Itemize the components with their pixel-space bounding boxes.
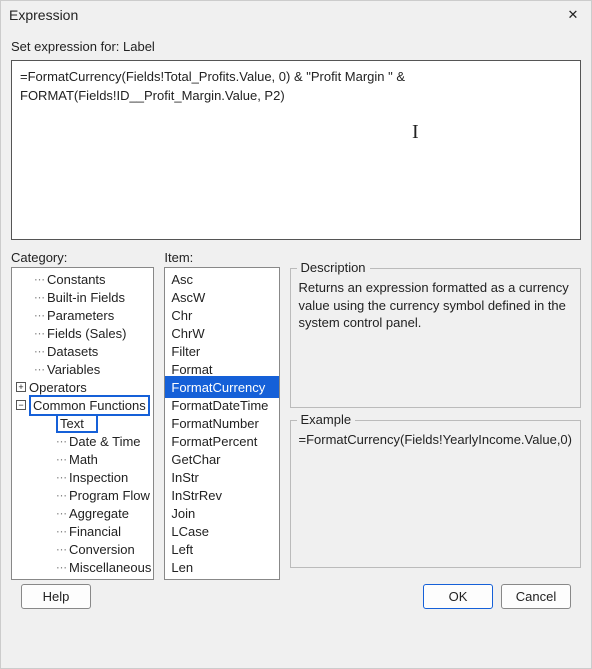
tree-item-parameters[interactable]: ⋯Parameters [12,306,153,324]
title-bar: Expression ✕ [1,1,591,29]
help-button[interactable]: Help [21,584,91,609]
cancel-button[interactable]: Cancel [501,584,571,609]
tree-branch-icon: ⋯ [34,345,44,358]
ok-button[interactable]: OK [423,584,493,609]
item-column: Item: Asc AscW Chr ChrW Filter Format Fo… [164,250,279,580]
item-label: Item: [164,250,279,265]
description-legend: Description [297,260,370,275]
tree-item-miscellaneous[interactable]: ⋯Miscellaneous [12,558,153,576]
tree-branch-icon: ⋯ [34,273,44,286]
category-column: Category: ⋯Constants ⋯Built-in Fields ⋯P… [11,250,154,580]
tree-item-program-flow[interactable]: ⋯Program Flow [12,486,153,504]
list-item[interactable]: FormatDateTime [165,396,278,414]
list-item[interactable]: ChrW [165,324,278,342]
list-item-selected[interactable]: FormatCurrency [165,378,278,396]
description-group: Description Returns an expression format… [290,268,581,408]
close-button[interactable]: ✕ [563,5,583,25]
expand-icon[interactable]: + [16,382,26,392]
tree-branch-icon: ⋯ [56,507,66,520]
tree-item-common-functions[interactable]: −Common Functions [12,396,153,414]
tree-branch-icon: ⋯ [34,327,44,340]
tree-item-variables[interactable]: ⋯Variables [12,360,153,378]
list-item[interactable]: FormatPercent [165,432,278,450]
tree-item-datasets[interactable]: ⋯Datasets [12,342,153,360]
list-item[interactable]: Left [165,540,278,558]
tree-branch-icon: ⋯ [56,561,66,574]
tree-item-constants[interactable]: ⋯Constants [12,270,153,288]
tree-item-text[interactable]: Text [12,414,153,432]
close-icon: ✕ [568,7,579,23]
tree-branch-icon: ⋯ [56,525,66,538]
tree-branch-icon: ⋯ [56,435,66,448]
tree-item-inspection[interactable]: ⋯Inspection [12,468,153,486]
tree-branch-icon: ⋯ [56,543,66,556]
dialog-footer: Help OK Cancel [11,580,581,613]
list-item[interactable]: LCase [165,522,278,540]
list-item[interactable]: Asc [165,270,278,288]
tree-branch-icon: ⋯ [56,471,66,484]
window-title: Expression [9,7,78,23]
example-group: Example =FormatCurrency(Fields!YearlyInc… [290,420,581,568]
category-tree[interactable]: ⋯Constants ⋯Built-in Fields ⋯Parameters … [11,267,154,580]
list-item[interactable]: GetChar [165,450,278,468]
middle-panels: Category: ⋯Constants ⋯Built-in Fields ⋯P… [11,250,581,580]
text-cursor-icon: I [412,119,419,146]
tree-item-conversion[interactable]: ⋯Conversion [12,540,153,558]
list-item[interactable]: InStrRev [165,486,278,504]
list-item[interactable]: Format [165,360,278,378]
tree-branch-icon: ⋯ [56,489,66,502]
list-item[interactable]: Len [165,558,278,576]
example-text: =FormatCurrency(Fields!YearlyIncome.Valu… [299,431,572,449]
expression-editor[interactable]: =FormatCurrency(Fields!Total_Profits.Val… [11,60,581,240]
tree-item-aggregate[interactable]: ⋯Aggregate [12,504,153,522]
description-text: Returns an expression formatted as a cur… [299,279,572,332]
set-expression-label: Set expression for: Label [11,39,581,54]
list-item[interactable]: Chr [165,306,278,324]
tree-branch-icon: ⋯ [34,291,44,304]
tree-item-fields-sales[interactable]: ⋯Fields (Sales) [12,324,153,342]
tree-item-date-time[interactable]: ⋯Date & Time [12,432,153,450]
list-item[interactable]: Filter [165,342,278,360]
list-item[interactable]: AscW [165,288,278,306]
list-item[interactable]: InStr [165,468,278,486]
info-column: Description Returns an expression format… [290,250,581,580]
list-item[interactable]: Join [165,504,278,522]
category-label: Category: [11,250,154,265]
collapse-icon[interactable]: − [16,400,26,410]
tree-branch-icon: ⋯ [34,363,44,376]
tree-item-operators[interactable]: +Operators [12,378,153,396]
dialog-content: Set expression for: Label =FormatCurrenc… [1,29,591,668]
tree-item-builtin-fields[interactable]: ⋯Built-in Fields [12,288,153,306]
tree-branch-icon: ⋯ [56,453,66,466]
tree-item-math[interactable]: ⋯Math [12,450,153,468]
tree-branch-icon: ⋯ [34,309,44,322]
list-item[interactable]: FormatNumber [165,414,278,432]
expression-text: =FormatCurrency(Fields!Total_Profits.Val… [20,69,405,103]
tree-item-financial[interactable]: ⋯Financial [12,522,153,540]
item-list[interactable]: Asc AscW Chr ChrW Filter Format FormatCu… [164,267,279,580]
example-legend: Example [297,412,356,427]
